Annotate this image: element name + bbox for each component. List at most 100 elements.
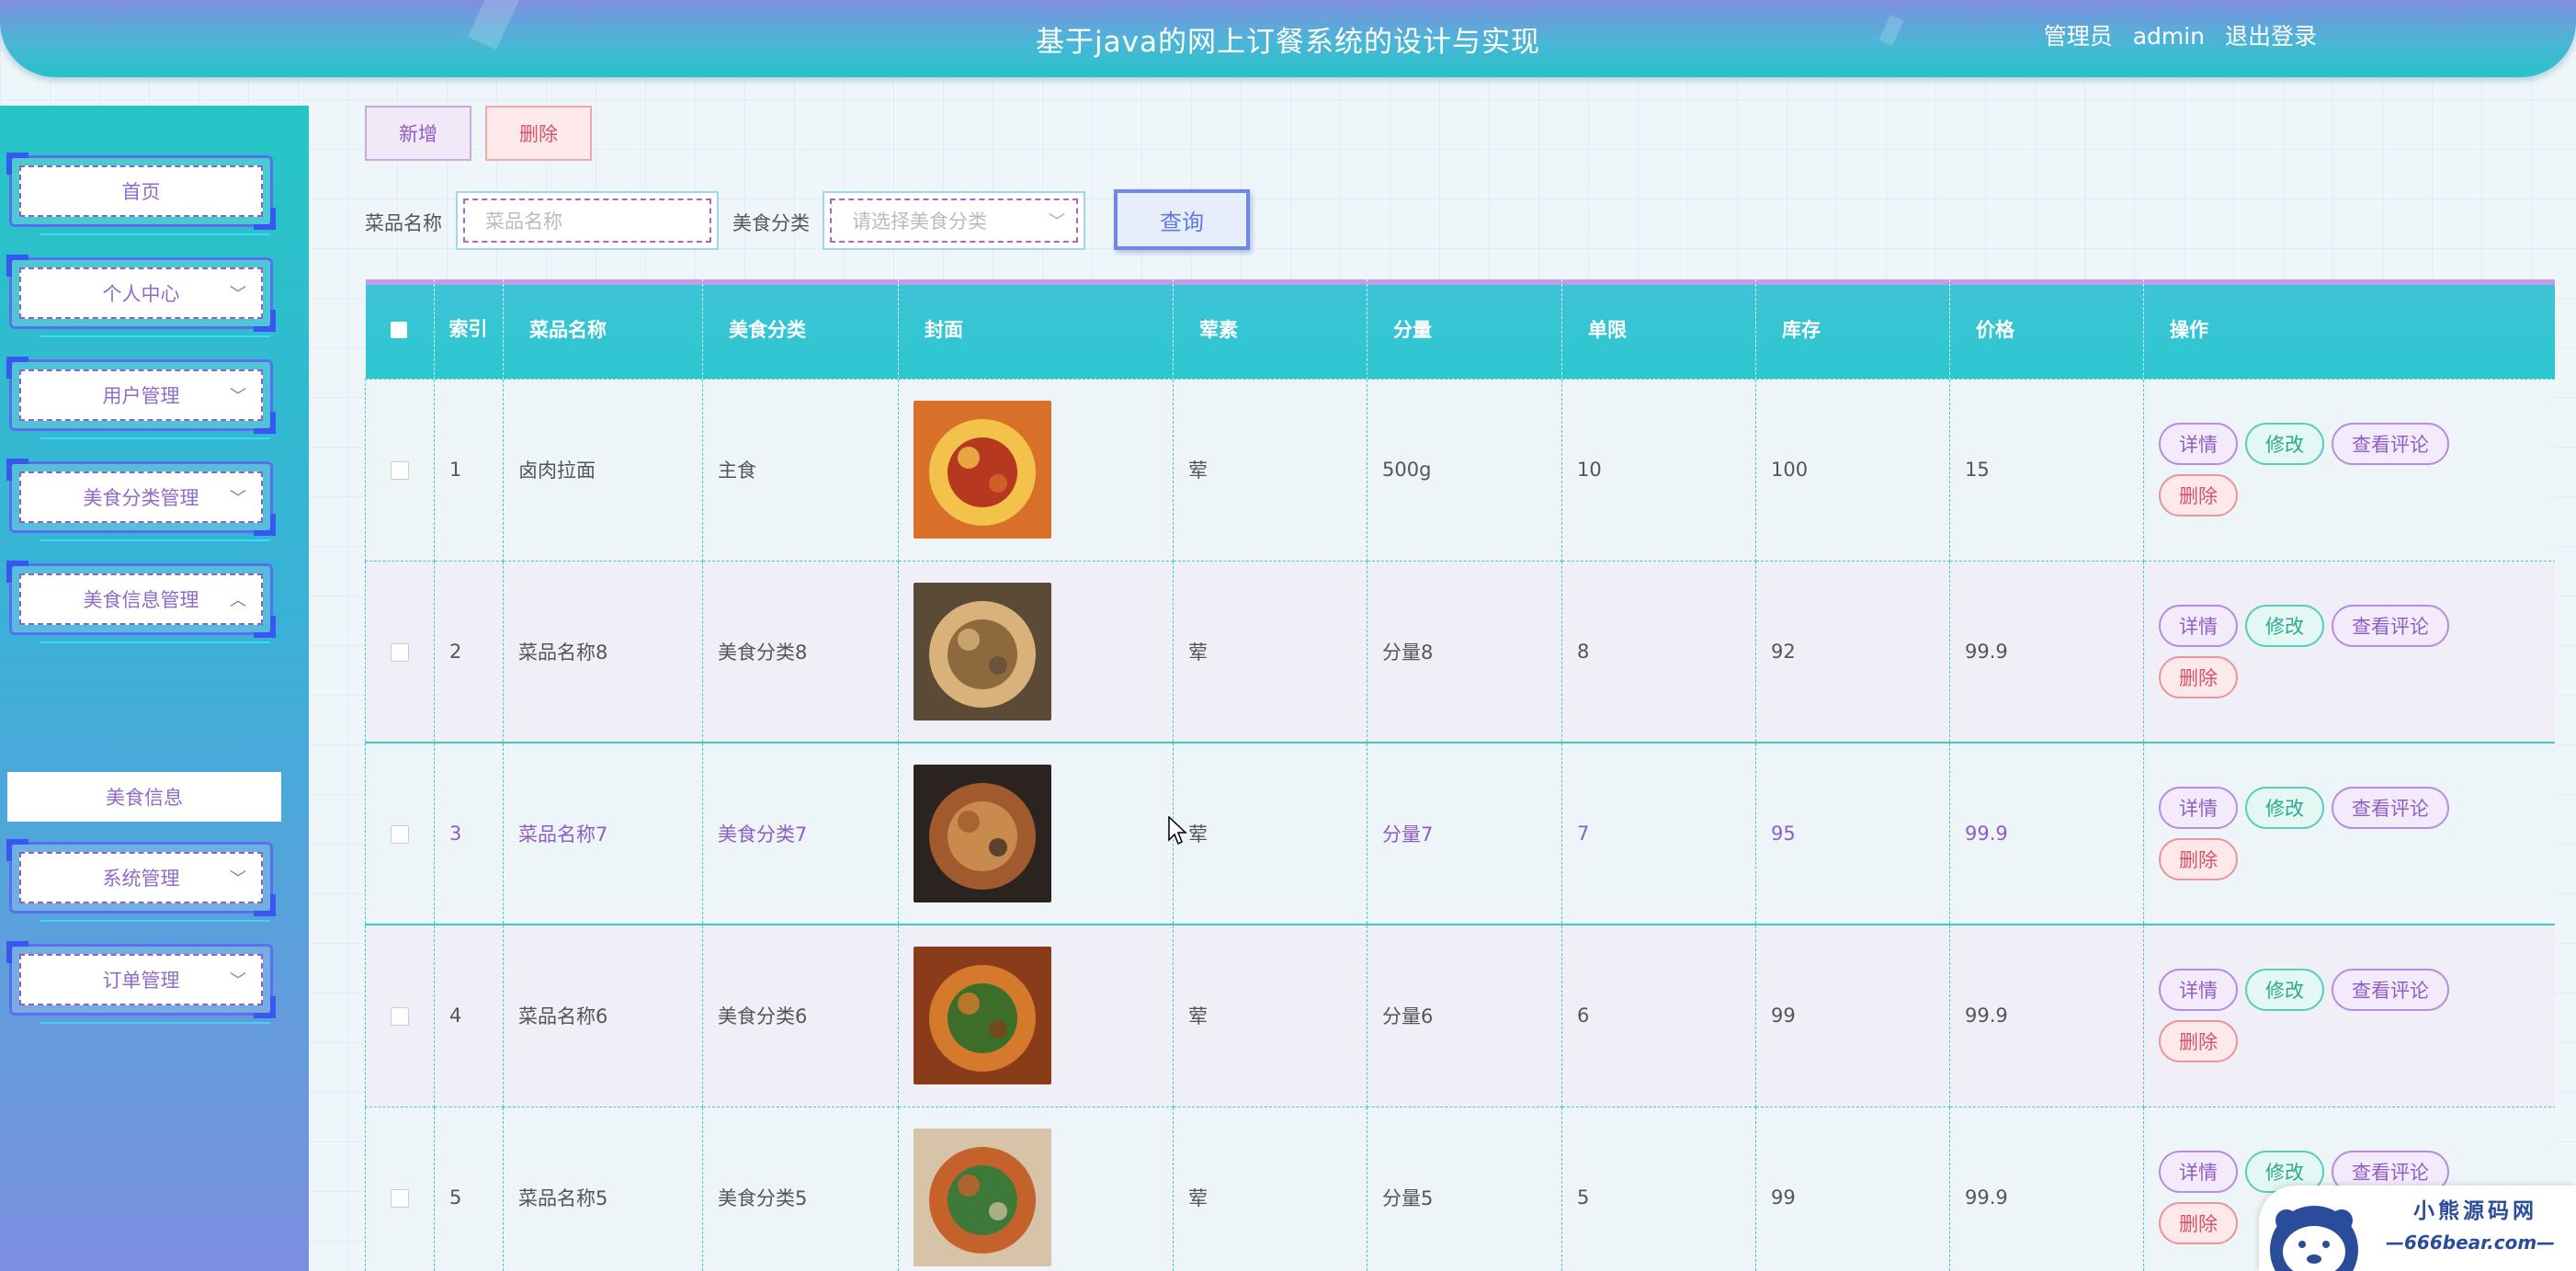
sidebar-item-label: 美食信息管理	[83, 589, 199, 611]
top-header: 基于java的网上订餐系统的设计与实现 管理员 admin 退出登录	[0, 0, 2576, 77]
row-price: 99.9	[1949, 742, 2144, 925]
sidebar-item-label: 美食分类管理	[83, 487, 199, 509]
chevron-up-icon: ︿	[230, 591, 246, 610]
detail-button[interactable]: 详情	[2159, 423, 2238, 465]
select-all-checkbox[interactable]	[365, 279, 435, 379]
row-stock: 92	[1755, 560, 1950, 743]
row-category: 美食分类6	[702, 924, 899, 1107]
category-placeholder: 请选择美食分类	[830, 199, 1078, 243]
header-limit[interactable]: 单限	[1561, 279, 1756, 379]
row-cover	[898, 378, 1174, 562]
category-select[interactable]: 请选择美食分类 ﹀	[823, 191, 1085, 250]
sidebar-item-orders[interactable]: 订单管理 ﹀	[6, 941, 276, 1024]
view-reviews-button[interactable]: 查看评论	[2332, 604, 2449, 647]
table-row[interactable]: 4 菜品名称6 美食分类6 荤分量6 6 99 99.9 详情 修改 查看评论 删除	[365, 924, 2555, 1107]
row-actions: 详情 修改 查看评论删除	[2143, 742, 2555, 925]
row-name: 菜品名称5	[503, 1106, 703, 1271]
logout-link[interactable]: 退出登录	[2225, 23, 2317, 50]
row-meat: 荤	[1173, 378, 1367, 562]
sidebar-item-profile[interactable]: 个人中心 ﹀	[6, 255, 276, 337]
food-cover-image[interactable]	[914, 765, 1051, 902]
row-name: 卤肉拉面	[503, 378, 703, 562]
delete-button[interactable]: 删除	[2159, 655, 2238, 698]
view-reviews-button[interactable]: 查看评论	[2332, 423, 2449, 465]
food-cover-image[interactable]	[914, 947, 1051, 1085]
name-search-input[interactable]: 菜品名称	[456, 191, 719, 250]
edit-button[interactable]: 修改	[2245, 969, 2324, 1012]
add-button[interactable]: 新增	[365, 106, 471, 161]
row-checkbox[interactable]	[365, 742, 435, 925]
row-limit: 10	[1561, 378, 1756, 562]
header-name[interactable]: 菜品名称	[503, 279, 703, 379]
bear-logo-icon	[2270, 1206, 2358, 1271]
table-row[interactable]: 1 卤肉拉面 主食荤 500g 10 100 15 详情 修改 查看评论 删除	[365, 378, 2555, 562]
detail-button[interactable]: 详情	[2159, 1151, 2238, 1193]
food-cover-image[interactable]	[914, 1129, 1051, 1266]
header-cover: 封面	[898, 279, 1174, 379]
row-category: 主食	[702, 378, 899, 562]
food-cover-image[interactable]	[914, 401, 1051, 539]
row-cover	[898, 1106, 1174, 1271]
edit-button[interactable]: 修改	[2245, 604, 2324, 647]
food-cover-image[interactable]	[914, 582, 1051, 721]
detail-button[interactable]: 详情	[2159, 604, 2238, 647]
sidebar-item-system[interactable]: 系统管理 ﹀	[6, 839, 276, 922]
header-price[interactable]: 价格	[1949, 279, 2144, 379]
sidebar-item-food-category[interactable]: 美食分类管理 ﹀	[6, 459, 276, 541]
watermark-text: 小熊源码网	[2413, 1199, 2537, 1223]
sidebar-item-home[interactable]: 首页	[6, 153, 276, 235]
edit-button[interactable]: 修改	[2245, 423, 2324, 465]
query-button[interactable]: 查询	[1114, 189, 1250, 250]
row-price: 99.9	[1949, 560, 2144, 743]
header-stock[interactable]: 库存	[1755, 279, 1950, 379]
row-category: 美食分类7	[702, 742, 899, 925]
row-checkbox[interactable]	[365, 560, 435, 743]
delete-button[interactable]: 删除	[2159, 474, 2238, 516]
detail-button[interactable]: 详情	[2159, 787, 2238, 829]
row-limit: 5	[1561, 1106, 1756, 1271]
sidebar-item-food-info[interactable]: 美食信息管理 ︿	[6, 561, 276, 643]
batch-delete-button[interactable]: 删除	[485, 106, 592, 161]
sidebar-item-users[interactable]: 用户管理 ﹀	[6, 357, 276, 439]
table-row[interactable]: 3 菜品名称7 美食分类7 荤分量7 7 95 99.9 详情 修改 查看评论 删除	[365, 742, 2555, 925]
edit-button[interactable]: 修改	[2245, 787, 2324, 829]
row-name: 菜品名称8	[503, 560, 703, 743]
user-area: 管理员 admin 退出登录	[2031, 18, 2317, 51]
view-reviews-button[interactable]: 查看评论	[2332, 787, 2449, 829]
row-index: 1	[434, 378, 504, 562]
name-label: 菜品名称	[365, 212, 442, 234]
row-checkbox[interactable]	[365, 1106, 435, 1271]
header-category[interactable]: 美食分类	[702, 279, 899, 379]
chevron-down-icon: ﹀	[230, 971, 246, 991]
delete-button[interactable]: 删除	[2159, 1020, 2238, 1063]
chevron-down-icon: ﹀	[230, 869, 246, 889]
row-portion: 分量5	[1367, 1106, 1562, 1271]
watermark: 小熊源码网 —666bear.com—	[2259, 1186, 2576, 1271]
detail-button[interactable]: 详情	[2159, 969, 2238, 1012]
sidebar-subitem-food-info[interactable]: 美食信息	[7, 772, 281, 822]
row-stock: 99	[1755, 1106, 1950, 1271]
row-checkbox[interactable]	[365, 924, 435, 1107]
header-meat[interactable]: 荤素	[1173, 279, 1367, 379]
row-category: 美食分类8	[702, 560, 899, 743]
user-role: 管理员	[2043, 23, 2113, 50]
row-index: 2	[434, 560, 504, 743]
food-table: 索引 菜品名称 美食分类 封面 荤素 分量 单限 库存 价格 操作 1 卤肉拉面主…	[365, 279, 2555, 1271]
header-index: 索引	[434, 279, 504, 379]
row-limit: 6	[1561, 924, 1756, 1107]
table-row[interactable]: 2 菜品名称8 美食分类8 荤分量8 8 92 99.9 详情 修改 查看评论 删除	[365, 560, 2555, 743]
header-portion[interactable]: 分量	[1367, 279, 1562, 379]
table-header-row: 索引 菜品名称 美食分类 封面 荤素 分量 单限 库存 价格 操作	[365, 279, 2555, 379]
row-checkbox[interactable]	[365, 378, 435, 562]
sidebar: 首页 个人中心 ﹀ 用户管理 ﹀ 美食分类管理 ﹀ 美食信息管理 ︿ 美食信息 …	[0, 106, 309, 1271]
mouse-cursor-icon	[1168, 816, 1187, 845]
row-price: 99.9	[1949, 1106, 2144, 1271]
view-reviews-button[interactable]: 查看评论	[2332, 969, 2449, 1012]
username: admin	[2132, 23, 2206, 50]
delete-button[interactable]: 删除	[2159, 838, 2238, 880]
chevron-down-icon: ﹀	[230, 387, 246, 406]
row-stock: 95	[1755, 742, 1950, 925]
table-row[interactable]: 5 菜品名称5 美食分类5 荤分量5 5 99 99.9 详情 修改 查看评论 删除	[365, 1106, 2555, 1271]
row-index: 3	[434, 742, 504, 925]
delete-button[interactable]: 删除	[2159, 1202, 2238, 1244]
